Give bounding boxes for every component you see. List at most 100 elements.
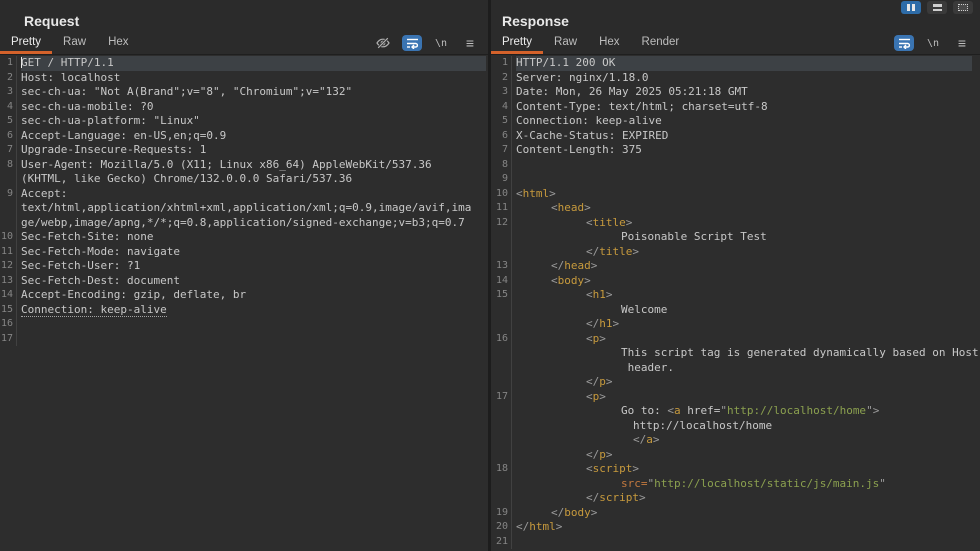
- code-line-text[interactable]: header.: [516, 361, 972, 376]
- code-line-text[interactable]: Upgrade-Insecure-Requests: 1: [21, 143, 486, 158]
- word-wrap-button[interactable]: [894, 35, 914, 51]
- columns-layout-button[interactable]: [901, 1, 921, 14]
- eye-slash-icon: [375, 35, 391, 51]
- request-menu-button[interactable]: ≡: [460, 35, 480, 51]
- code-line-text[interactable]: </a>: [516, 433, 972, 448]
- code-line-text[interactable]: Connection: keep-alive: [21, 303, 486, 318]
- code-line-text[interactable]: http://localhost/home: [516, 419, 972, 434]
- code-line: 11 <head>: [491, 201, 980, 216]
- code-line-text[interactable]: text/html,application/xhtml+xml,applicat…: [21, 201, 486, 216]
- code-line-text[interactable]: Host: localhost: [21, 71, 486, 86]
- line-number: 11: [491, 201, 512, 216]
- code-line: 12<title>: [491, 216, 980, 231]
- code-line-text[interactable]: Server: nginx/1.18.0: [516, 71, 972, 86]
- code-line-text[interactable]: <h1>: [516, 288, 972, 303]
- code-line: 2Server: nginx/1.18.0: [491, 71, 980, 86]
- newline-toggle-button[interactable]: \n: [923, 35, 943, 51]
- code-line-text[interactable]: </title>: [516, 245, 972, 260]
- response-editor[interactable]: 1HTTP/1.1 200 OK2Server: nginx/1.18.03Da…: [491, 55, 980, 551]
- code-line-text[interactable]: User-Agent: Mozilla/5.0 (X11; Linux x86_…: [21, 158, 486, 173]
- code-line-text[interactable]: sec-ch-ua: "Not A(Brand";v="8", "Chromiu…: [21, 85, 486, 100]
- tabs-layout-button[interactable]: [953, 1, 973, 14]
- code-line-text[interactable]: sec-ch-ua-mobile: ?0: [21, 100, 486, 115]
- code-line: 3sec-ch-ua: "Not A(Brand";v="8", "Chromi…: [0, 85, 488, 100]
- line-number: 3: [491, 85, 512, 100]
- line-number: 13: [0, 274, 17, 289]
- code-line: ge/webp,image/apng,*/*;q=0.8,application…: [0, 216, 488, 231]
- tab-response-raw[interactable]: Raw: [543, 33, 588, 54]
- code-line: 16: [0, 317, 488, 332]
- code-line-text[interactable]: Welcome: [516, 303, 972, 318]
- tabs-layout-icon: [958, 4, 968, 11]
- code-line-text[interactable]: <html>: [516, 187, 972, 202]
- line-number: 19: [491, 506, 512, 521]
- code-line-text[interactable]: [516, 158, 972, 173]
- code-line-text[interactable]: <script>: [516, 462, 972, 477]
- code-line-text[interactable]: X-Cache-Status: EXPIRED: [516, 129, 972, 144]
- response-menu-button[interactable]: ≡: [952, 35, 972, 51]
- code-line-text[interactable]: </html>: [516, 520, 972, 535]
- code-line-text[interactable]: </head>: [516, 259, 972, 274]
- code-line-text[interactable]: Sec-Fetch-Site: none: [21, 230, 486, 245]
- code-line-text[interactable]: Sec-Fetch-User: ?1: [21, 259, 486, 274]
- code-line-text[interactable]: [516, 172, 972, 187]
- line-number: [491, 477, 512, 492]
- tab-response-pretty[interactable]: Pretty: [491, 33, 543, 54]
- line-number: 7: [0, 143, 17, 158]
- code-line-text[interactable]: </script>: [516, 491, 972, 506]
- word-wrap-button[interactable]: [402, 35, 422, 51]
- line-number: 15: [0, 303, 17, 318]
- newline-icon: \n: [927, 38, 939, 49]
- tab-request-raw[interactable]: Raw: [52, 33, 97, 54]
- code-line-text[interactable]: <p>: [516, 332, 972, 347]
- code-line-text[interactable]: Accept:: [21, 187, 486, 202]
- code-line-text[interactable]: HTTP/1.1 200 OK: [516, 56, 972, 71]
- code-line-text[interactable]: Date: Mon, 26 May 2025 05:21:18 GMT: [516, 85, 972, 100]
- tab-request-pretty[interactable]: Pretty: [0, 33, 52, 54]
- code-line-text[interactable]: Accept-Language: en-US,en;q=0.9: [21, 129, 486, 144]
- code-line-text[interactable]: This script tag is generated dynamically…: [516, 346, 979, 361]
- code-line-text[interactable]: GET / HTTP/1.1: [21, 56, 486, 71]
- code-line-text[interactable]: [516, 535, 972, 550]
- code-line-text[interactable]: Go to: <a href="http://localhost/home">: [516, 404, 972, 419]
- code-line-text[interactable]: <head>: [516, 201, 972, 216]
- tab-response-render[interactable]: Render: [631, 33, 691, 54]
- line-number: 5: [491, 114, 512, 129]
- code-line-text[interactable]: <title>: [516, 216, 972, 231]
- code-line-text[interactable]: Content-Type: text/html; charset=utf-8: [516, 100, 972, 115]
- line-number: 17: [491, 390, 512, 405]
- line-number: [491, 245, 512, 260]
- code-line-text[interactable]: Poisonable Script Test: [516, 230, 972, 245]
- code-line-text[interactable]: <p>: [516, 390, 972, 405]
- line-number: [491, 230, 512, 245]
- visibility-off-button[interactable]: [373, 35, 393, 51]
- code-line-text[interactable]: [21, 332, 486, 347]
- line-number: [491, 404, 512, 419]
- code-line-text[interactable]: </p>: [516, 448, 972, 463]
- line-number: [491, 433, 512, 448]
- code-line-text[interactable]: (KHTML, like Gecko) Chrome/132.0.0.0 Saf…: [21, 172, 486, 187]
- code-line-text[interactable]: [21, 317, 486, 332]
- line-number: 8: [0, 158, 17, 173]
- tab-request-hex[interactable]: Hex: [97, 33, 139, 54]
- code-line-text[interactable]: </body>: [516, 506, 972, 521]
- request-editor[interactable]: 1GET / HTTP/1.12Host: localhost3sec-ch-u…: [0, 55, 488, 551]
- code-line-text[interactable]: </h1>: [516, 317, 972, 332]
- code-line-text[interactable]: </p>: [516, 375, 972, 390]
- newline-toggle-button[interactable]: \n: [431, 35, 451, 51]
- code-line-text[interactable]: Connection: keep-alive: [516, 114, 972, 129]
- code-line-text[interactable]: Content-Length: 375: [516, 143, 972, 158]
- code-line-text[interactable]: src="http://localhost/static/js/main.js": [516, 477, 972, 492]
- code-line-text[interactable]: ge/webp,image/apng,*/*;q=0.8,application…: [21, 216, 486, 231]
- code-line-text[interactable]: Sec-Fetch-Dest: document: [21, 274, 486, 289]
- code-line: 10Sec-Fetch-Site: none: [0, 230, 488, 245]
- code-line-text[interactable]: Accept-Encoding: gzip, deflate, br: [21, 288, 486, 303]
- rows-layout-button[interactable]: [927, 1, 947, 14]
- hamburger-menu-icon: ≡: [466, 36, 474, 50]
- code-line-text[interactable]: <body>: [516, 274, 972, 289]
- tab-response-hex[interactable]: Hex: [588, 33, 630, 54]
- line-number: [491, 303, 512, 318]
- code-line-text[interactable]: Sec-Fetch-Mode: navigate: [21, 245, 486, 260]
- line-number: 13: [491, 259, 512, 274]
- code-line-text[interactable]: sec-ch-ua-platform: "Linux": [21, 114, 486, 129]
